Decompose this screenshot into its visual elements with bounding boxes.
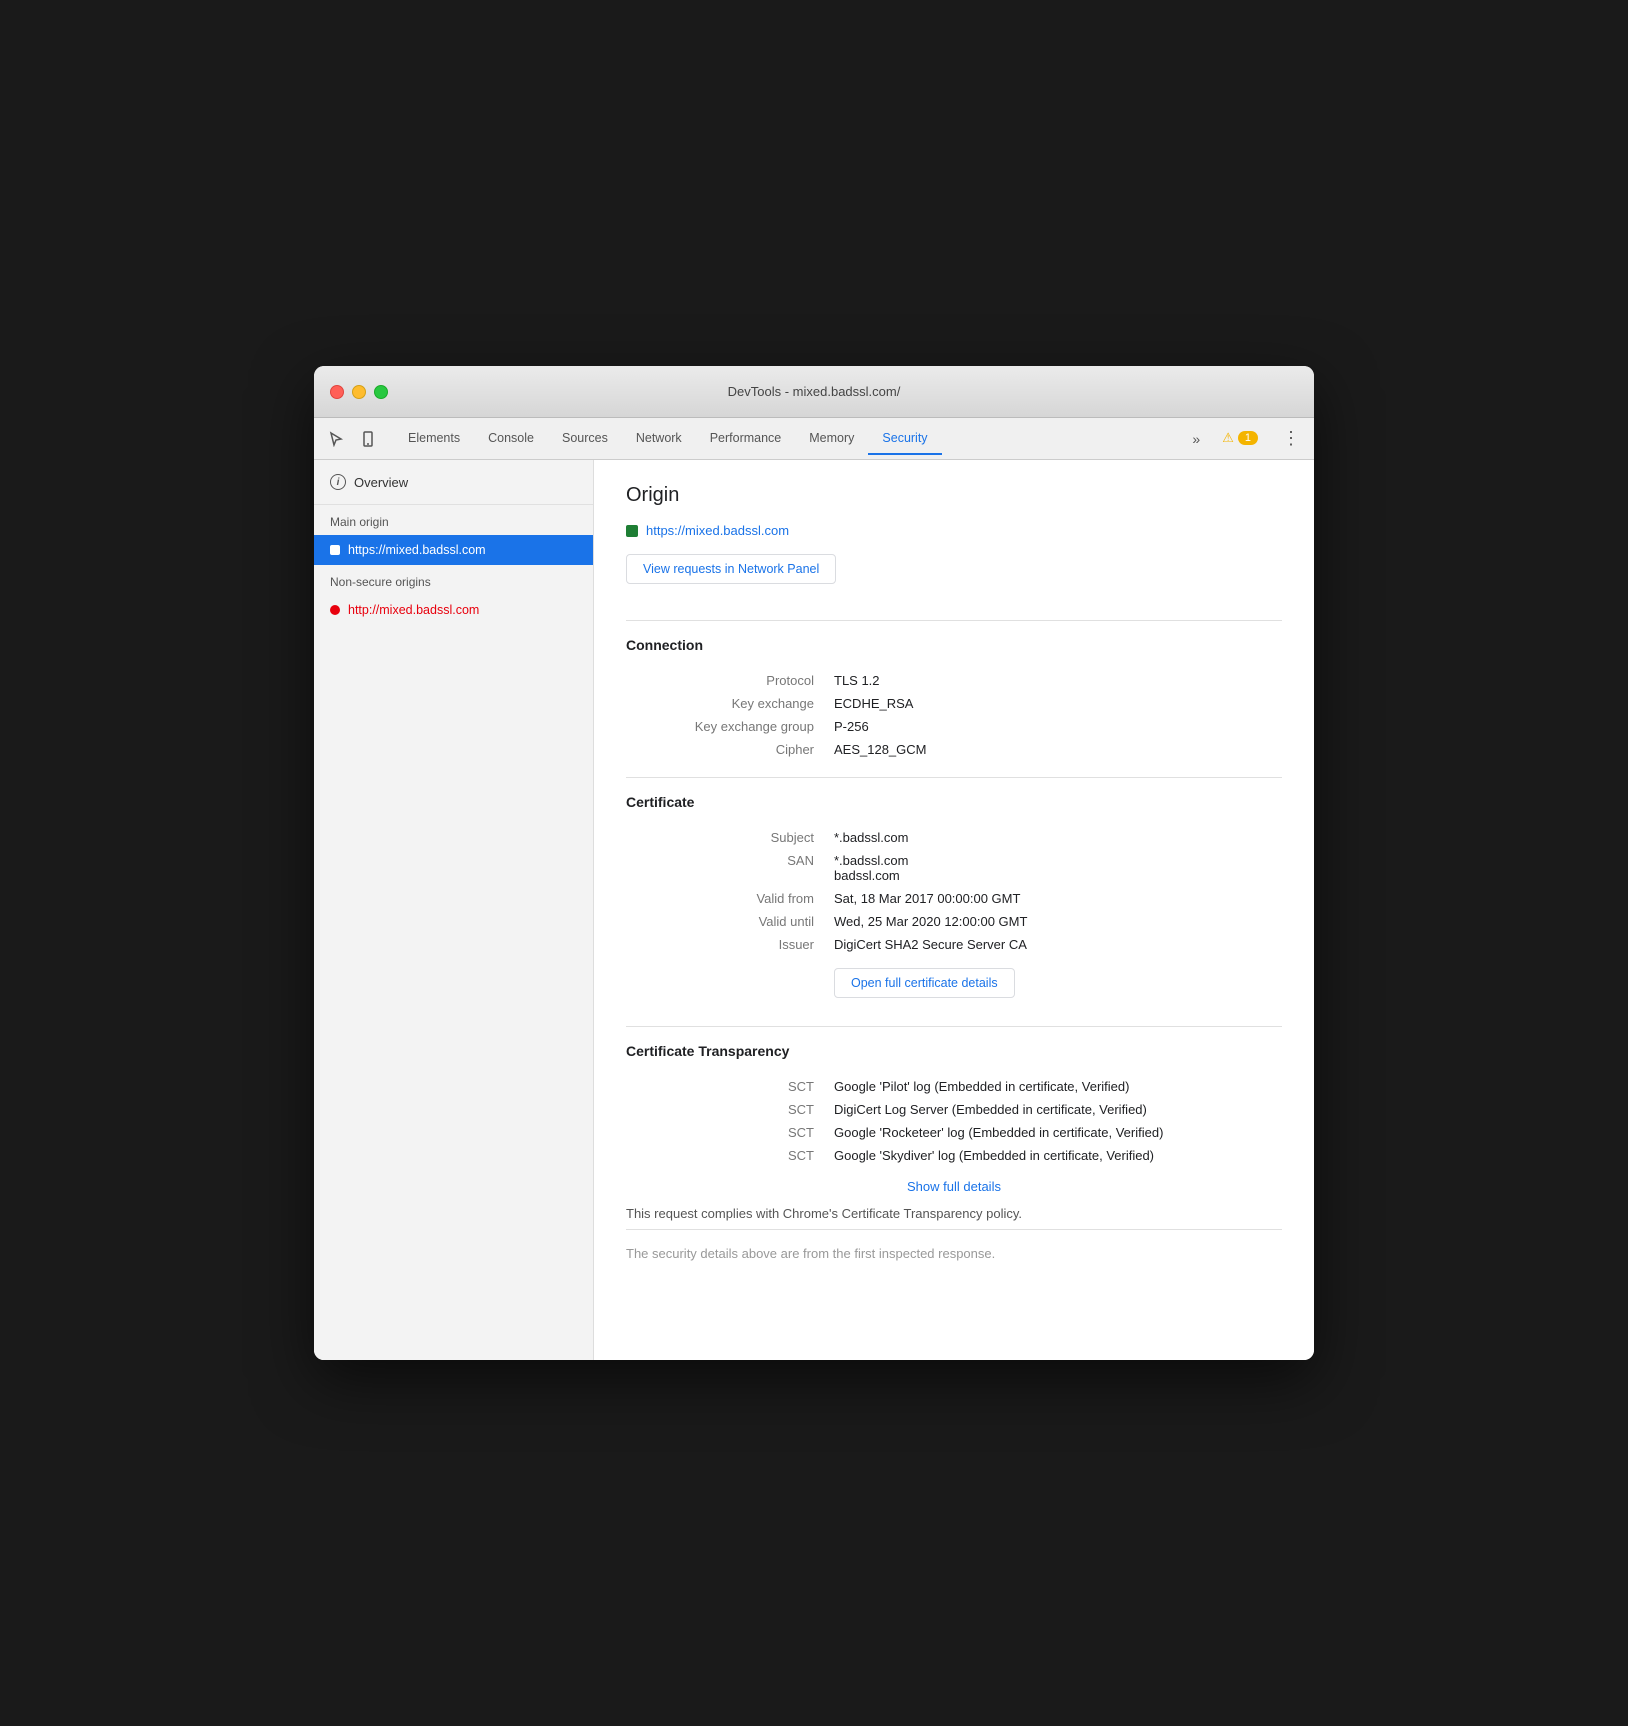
insecure-dot-icon [330,605,340,615]
tab-memory[interactable]: Memory [795,423,868,455]
toolbar: Elements Console Sources Network Perform… [314,418,1314,460]
table-row: Cipher AES_128_GCM [626,738,1282,761]
table-row: SCT Google 'Rocketeer' log (Embedded in … [626,1121,1282,1144]
origin-url-link[interactable]: https://mixed.badssl.com [646,523,789,538]
main-origin-url: https://mixed.badssl.com [348,543,486,557]
transparency-section-title: Certificate Transparency [626,1043,1282,1059]
sct-value-2: DigiCert Log Server (Embedded in certifi… [826,1098,1282,1121]
toolbar-icons [322,425,382,453]
warning-tab: ⚠ 1 [1208,422,1272,456]
origin-url-row: https://mixed.badssl.com [626,523,1282,538]
table-row: SAN *.badssl.com badssl.com [626,849,1282,887]
cursor-icon[interactable] [322,425,350,453]
warning-triangle-icon: ⚠ [1222,430,1234,446]
secure-indicator-icon [626,525,638,537]
nav-tabs: Elements Console Sources Network Perform… [394,423,1184,454]
protocol-label: Protocol [626,669,826,692]
non-secure-url: http://mixed.badssl.com [348,603,479,617]
sct-label-2: SCT [626,1098,826,1121]
tab-performance[interactable]: Performance [696,423,796,455]
table-row: Subject *.badssl.com [626,826,1282,849]
sidebar-item-non-secure[interactable]: http://mixed.badssl.com [314,595,593,625]
connection-table: Protocol TLS 1.2 Key exchange ECDHE_RSA … [626,669,1282,761]
view-network-button[interactable]: View requests in Network Panel [626,554,836,584]
more-options-button[interactable]: ⋮ [1276,424,1306,453]
close-button[interactable] [330,385,344,399]
table-row: SCT Google 'Skydiver' log (Embedded in c… [626,1144,1282,1167]
key-exchange-label: Key exchange [626,692,826,715]
detail-panel: Origin https://mixed.badssl.com View req… [594,460,1314,1360]
tab-security[interactable]: Security [868,423,941,455]
table-row: Key exchange ECDHE_RSA [626,692,1282,715]
table-row: Open full certificate details [626,956,1282,1010]
window-title: DevTools - mixed.badssl.com/ [728,384,901,399]
sct-label-1: SCT [626,1075,826,1098]
devtools-window: DevTools - mixed.badssl.com/ Elements Co… [314,366,1314,1360]
certificate-section-title: Certificate [626,794,1282,810]
table-row: Key exchange group P-256 [626,715,1282,738]
device-icon[interactable] [354,425,382,453]
issuer-value: DigiCert SHA2 Secure Server CA [826,933,1282,956]
subject-label: Subject [626,826,826,849]
more-tabs-button[interactable]: » [1184,427,1208,451]
sct-label-4: SCT [626,1144,826,1167]
tab-network[interactable]: Network [622,423,696,455]
valid-until-value: Wed, 25 Mar 2020 12:00:00 GMT [826,910,1282,933]
table-row: Issuer DigiCert SHA2 Secure Server CA [626,933,1282,956]
warning-badge: 1 [1238,431,1258,445]
sct-value-3: Google 'Rocketeer' log (Embedded in cert… [826,1121,1282,1144]
minimize-button[interactable] [352,385,366,399]
table-row: SCT DigiCert Log Server (Embedded in cer… [626,1098,1282,1121]
info-icon: i [330,474,346,490]
compliance-note: This request complies with Chrome's Cert… [626,1206,1282,1221]
cipher-value: AES_128_GCM [826,738,1282,761]
origin-heading: Origin [626,484,1282,507]
traffic-lights [330,385,388,399]
subject-value: *.badssl.com [826,826,1282,849]
show-full-details-link[interactable]: Show full details [626,1179,1282,1194]
table-row: Valid until Wed, 25 Mar 2020 12:00:00 GM… [626,910,1282,933]
sidebar-overview-label: Overview [354,475,408,490]
transparency-divider [626,1026,1282,1027]
tab-sources[interactable]: Sources [548,423,622,455]
sidebar-item-main-origin[interactable]: https://mixed.badssl.com [314,535,593,565]
certificate-divider [626,777,1282,778]
key-exchange-group-value: P-256 [826,715,1282,738]
sct-value-1: Google 'Pilot' log (Embedded in certific… [826,1075,1282,1098]
valid-from-label: Valid from [626,887,826,910]
valid-until-label: Valid until [626,910,826,933]
sct-table: SCT Google 'Pilot' log (Embedded in cert… [626,1075,1282,1167]
tab-elements[interactable]: Elements [394,423,474,455]
key-exchange-group-label: Key exchange group [626,715,826,738]
title-bar: DevTools - mixed.badssl.com/ [314,366,1314,418]
sidebar: i Overview Main origin https://mixed.bad… [314,460,594,1360]
table-row: SCT Google 'Pilot' log (Embedded in cert… [626,1075,1282,1098]
main-content: i Overview Main origin https://mixed.bad… [314,460,1314,1360]
valid-from-value: Sat, 18 Mar 2017 00:00:00 GMT [826,887,1282,910]
sidebar-overview[interactable]: i Overview [314,460,593,505]
san-value1: *.badssl.com badssl.com [826,849,1282,887]
maximize-button[interactable] [374,385,388,399]
connection-section-title: Connection [626,637,1282,653]
connection-divider [626,620,1282,621]
table-row: Protocol TLS 1.2 [626,669,1282,692]
san-label: SAN [626,849,826,887]
cipher-label: Cipher [626,738,826,761]
table-row: Valid from Sat, 18 Mar 2017 00:00:00 GMT [626,887,1282,910]
issuer-label: Issuer [626,933,826,956]
sct-label-3: SCT [626,1121,826,1144]
protocol-value: TLS 1.2 [826,669,1282,692]
main-origin-section-label: Main origin [314,505,593,535]
non-secure-section-label: Non-secure origins [314,565,593,595]
certificate-table: Subject *.badssl.com SAN *.badssl.com ba… [626,826,1282,1010]
secure-dot-icon [330,545,340,555]
key-exchange-value: ECDHE_RSA [826,692,1282,715]
sct-value-4: Google 'Skydiver' log (Embedded in certi… [826,1144,1282,1167]
footer-note: The security details above are from the … [626,1229,1282,1261]
tab-console[interactable]: Console [474,423,548,455]
open-certificate-button[interactable]: Open full certificate details [834,968,1015,998]
